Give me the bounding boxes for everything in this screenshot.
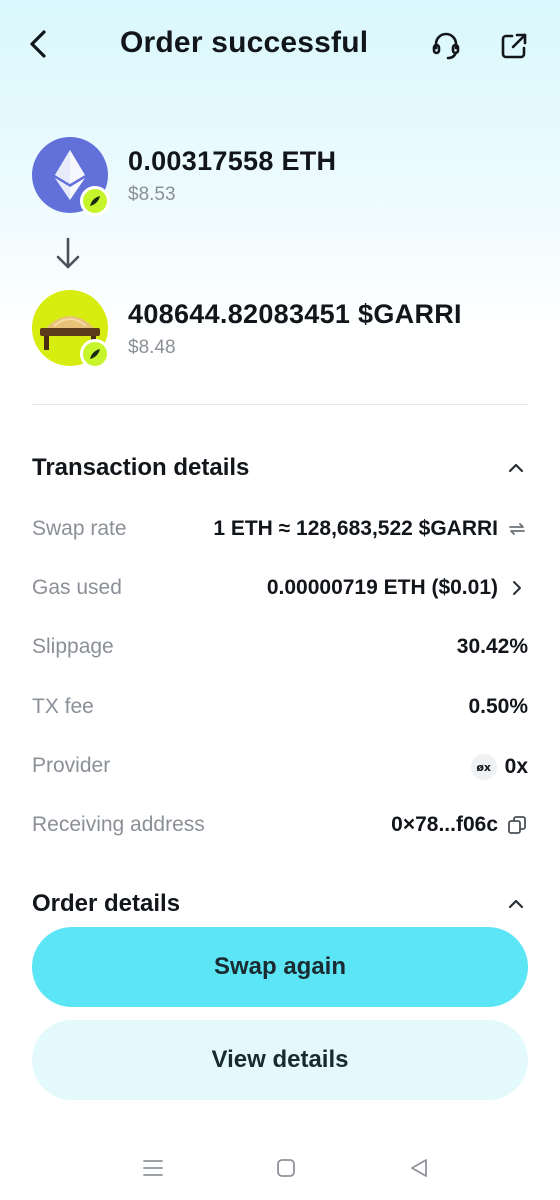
- chain-badge-icon: [80, 339, 110, 369]
- tx-fee-value: 0.50%: [468, 695, 528, 718]
- nav-back-button[interactable]: [403, 1152, 435, 1184]
- chain-badge-icon: [80, 186, 110, 216]
- swap-again-button[interactable]: Swap again: [32, 927, 528, 1007]
- provider-label: Provider: [32, 754, 111, 777]
- receiving-address-row: Receiving address 0×78...f06c: [32, 810, 528, 840]
- arrow-down-icon: [56, 237, 80, 269]
- swap-rate-label: Swap rate: [32, 517, 127, 540]
- slippage-label: Slippage: [32, 635, 114, 658]
- chevron-right-icon[interactable]: [506, 577, 528, 599]
- headset-icon: [432, 32, 460, 60]
- receiving-address-label: Receiving address: [32, 813, 205, 836]
- gas-used-text: 0.00000719 ETH ($0.01): [266, 576, 498, 599]
- support-button[interactable]: [426, 26, 466, 66]
- gas-used-value: 0.00000719 ETH ($0.01): [267, 576, 528, 600]
- share-icon: [501, 33, 527, 59]
- back-button[interactable]: [20, 26, 56, 62]
- tx-fee-row: TX fee 0.50%: [32, 692, 528, 722]
- transaction-details-title: Transaction details: [32, 454, 250, 481]
- provider-logo-icon: øx: [470, 754, 497, 780]
- page-title: Order successful: [120, 26, 369, 59]
- header: Order successful: [0, 0, 560, 90]
- swap-rate-value: 1 ETH ≈ 128,683,522 $GARRI: [213, 517, 528, 541]
- gas-used-row[interactable]: Gas used 0.00000719 ETH ($0.01): [32, 573, 528, 603]
- system-nav-bar: [0, 1140, 560, 1200]
- provider-text: 0x: [504, 755, 528, 778]
- to-usd-value: $8.48: [128, 337, 176, 358]
- tx-fee-label: TX fee: [32, 695, 94, 718]
- provider-value: øx 0x: [470, 754, 528, 780]
- chevron-up-icon[interactable]: [504, 456, 528, 480]
- receiving-address-value: 0×78...f06c: [391, 813, 528, 837]
- slippage-value: 30.42%: [456, 635, 528, 658]
- home-icon: [277, 1159, 295, 1177]
- from-usd-value: $8.53: [128, 184, 176, 205]
- back-arrow-icon: [30, 30, 46, 58]
- gas-used-label: Gas used: [32, 576, 122, 599]
- nav-home-button[interactable]: [270, 1152, 302, 1184]
- nav-menu-button[interactable]: [137, 1152, 169, 1184]
- swap-arrows-icon[interactable]: [506, 518, 528, 540]
- share-button[interactable]: [494, 26, 534, 66]
- order-details-title: Order details: [32, 890, 181, 917]
- swap-rate-text: 1 ETH ≈ 128,683,522 $GARRI: [213, 517, 498, 540]
- receiving-address-text: 0×78...f06c: [391, 813, 498, 836]
- menu-icon: [143, 1160, 163, 1176]
- provider-row: Provider øx 0x: [32, 751, 528, 781]
- slippage-row: Slippage 30.42%: [32, 632, 528, 662]
- chevron-up-icon[interactable]: [504, 892, 528, 916]
- back-icon: [411, 1159, 427, 1177]
- from-amount: 0.00317558 ETH: [128, 146, 337, 176]
- divider: [32, 404, 528, 405]
- copy-icon[interactable]: [506, 814, 528, 836]
- view-details-button[interactable]: View details: [32, 1020, 528, 1100]
- swap-rate-row: Swap rate 1 ETH ≈ 128,683,522 $GARRI: [32, 514, 528, 544]
- to-amount: 408644.82083451 $GARRI: [128, 299, 462, 329]
